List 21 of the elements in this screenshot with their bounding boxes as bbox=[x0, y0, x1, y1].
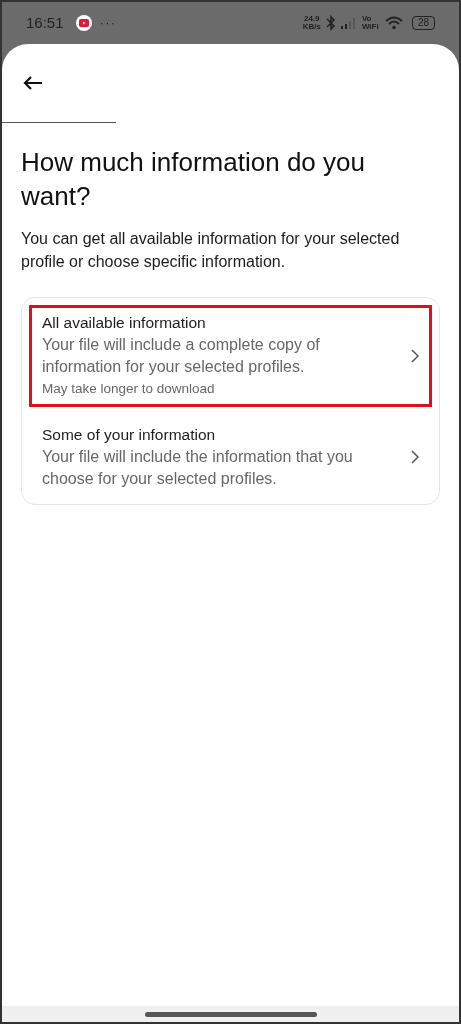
signal-icon bbox=[340, 17, 357, 29]
network-speed: 24.9 KB/s bbox=[302, 15, 321, 31]
battery-indicator: 28 bbox=[411, 16, 435, 30]
option-item[interactable]: All available information Your file will include a complete copy of information for your selected profiles. May take longer to download bbox=[29, 305, 432, 407]
option-item[interactable]: Some of your information Your file will include the information that you choose for your selected profiles. bbox=[29, 417, 432, 497]
chevron-right-icon bbox=[411, 450, 419, 464]
option-title: Some of your information bbox=[42, 425, 217, 445]
page-title: How much information do you want? bbox=[21, 146, 366, 213]
wifi-icon bbox=[384, 16, 403, 30]
bluetooth-icon bbox=[325, 15, 336, 31]
option-title: All available information bbox=[42, 313, 207, 333]
page-description: You can get all available information for your selected profile or choose specific information. bbox=[21, 229, 401, 272]
video-app-icon bbox=[75, 15, 92, 31]
option-description: Your file will include the information that you choose for your selected profiles. bbox=[42, 447, 354, 489]
chevron-right-icon bbox=[411, 349, 419, 363]
option-note: May take longer to download bbox=[42, 380, 216, 398]
more-indicator: ··· bbox=[99, 14, 117, 33]
status-time: 16:51 bbox=[26, 12, 64, 33]
home-indicator[interactable] bbox=[144, 1011, 317, 1017]
option-description: Your file will include a complete copy of information for your selected profiles. bbox=[42, 335, 321, 377]
vowifi-label: Vo WiFi bbox=[361, 15, 380, 31]
